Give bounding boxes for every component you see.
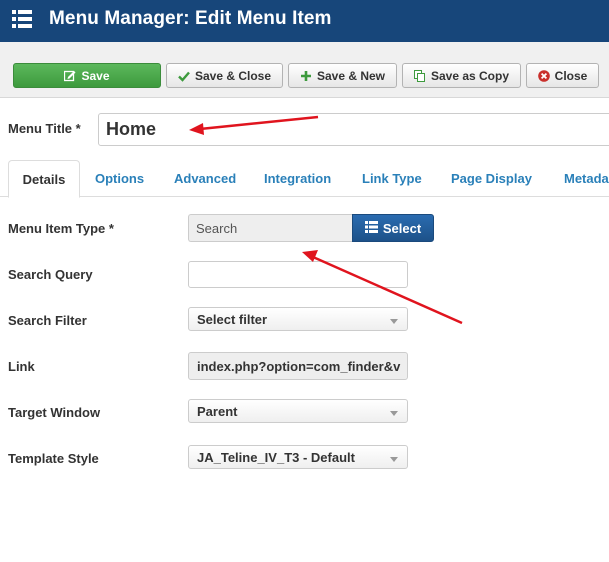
save-as-copy-button[interactable]: Save as Copy bbox=[402, 63, 521, 88]
save-close-button[interactable]: Save & Close bbox=[166, 63, 283, 88]
tab-metadata[interactable]: Metada bbox=[564, 160, 609, 197]
search-filter-value: Select filter bbox=[197, 311, 268, 327]
target-window-select[interactable]: Parent bbox=[188, 399, 408, 423]
page: Menu Manager: Edit Menu Item Save Save &… bbox=[0, 0, 609, 562]
target-window-label: Target Window bbox=[8, 405, 101, 420]
save-button[interactable]: Save bbox=[13, 63, 161, 88]
search-query-input[interactable] bbox=[188, 261, 408, 288]
save-new-label: Save & New bbox=[316, 68, 386, 83]
dropdown-caret-icon bbox=[390, 319, 398, 324]
menu-item-type-label: Menu Item Type * bbox=[8, 221, 114, 236]
dropdown-caret-icon bbox=[390, 457, 398, 462]
list-menu-icon bbox=[12, 9, 32, 29]
dropdown-caret-icon bbox=[390, 411, 398, 416]
search-filter-select[interactable]: Select filter bbox=[188, 307, 408, 331]
tab-details[interactable]: Details bbox=[8, 160, 80, 198]
close-circle-icon bbox=[537, 69, 550, 82]
list-icon bbox=[364, 220, 378, 236]
select-type-label: Select bbox=[382, 220, 422, 236]
header-bar: Menu Manager: Edit Menu Item bbox=[0, 0, 609, 42]
link-field: index.php?option=com_finder&v bbox=[188, 352, 408, 380]
page-title: Menu Manager: Edit Menu Item bbox=[49, 8, 332, 29]
close-button[interactable]: Close bbox=[526, 63, 599, 88]
save-label: Save bbox=[81, 68, 110, 83]
close-label: Close bbox=[554, 68, 588, 83]
target-window-value: Parent bbox=[197, 403, 238, 419]
search-query-label: Search Query bbox=[8, 267, 93, 282]
save-new-button[interactable]: Save & New bbox=[288, 63, 397, 88]
tab-bar: Details Options Advanced Integration Lin… bbox=[0, 160, 609, 198]
tab-options[interactable]: Options bbox=[95, 160, 144, 197]
copy-icon bbox=[413, 69, 426, 82]
template-style-value: JA_Teline_IV_T3 - Default bbox=[197, 449, 355, 465]
save-as-copy-label: Save as Copy bbox=[430, 68, 510, 83]
save-close-label: Save & Close bbox=[194, 68, 272, 83]
edit-icon bbox=[64, 70, 76, 82]
toolbar: Save Save & Close Save & New Save as Cop… bbox=[0, 42, 609, 98]
template-style-label: Template Style bbox=[8, 451, 99, 466]
link-label: Link bbox=[8, 359, 35, 374]
menu-item-type-field: Search bbox=[188, 214, 353, 242]
tab-integration[interactable]: Integration bbox=[264, 160, 331, 197]
template-style-select[interactable]: JA_Teline_IV_T3 - Default bbox=[188, 445, 408, 469]
select-type-button[interactable]: Select bbox=[352, 214, 434, 242]
tab-link-type[interactable]: Link Type bbox=[362, 160, 422, 197]
plus-icon bbox=[300, 70, 312, 82]
menu-title-input[interactable] bbox=[98, 113, 609, 146]
menu-title-label: Menu Title * bbox=[8, 121, 81, 136]
search-filter-label: Search Filter bbox=[8, 313, 87, 328]
tab-advanced[interactable]: Advanced bbox=[174, 160, 236, 197]
check-icon bbox=[178, 70, 190, 82]
tab-page-display[interactable]: Page Display bbox=[451, 160, 532, 197]
